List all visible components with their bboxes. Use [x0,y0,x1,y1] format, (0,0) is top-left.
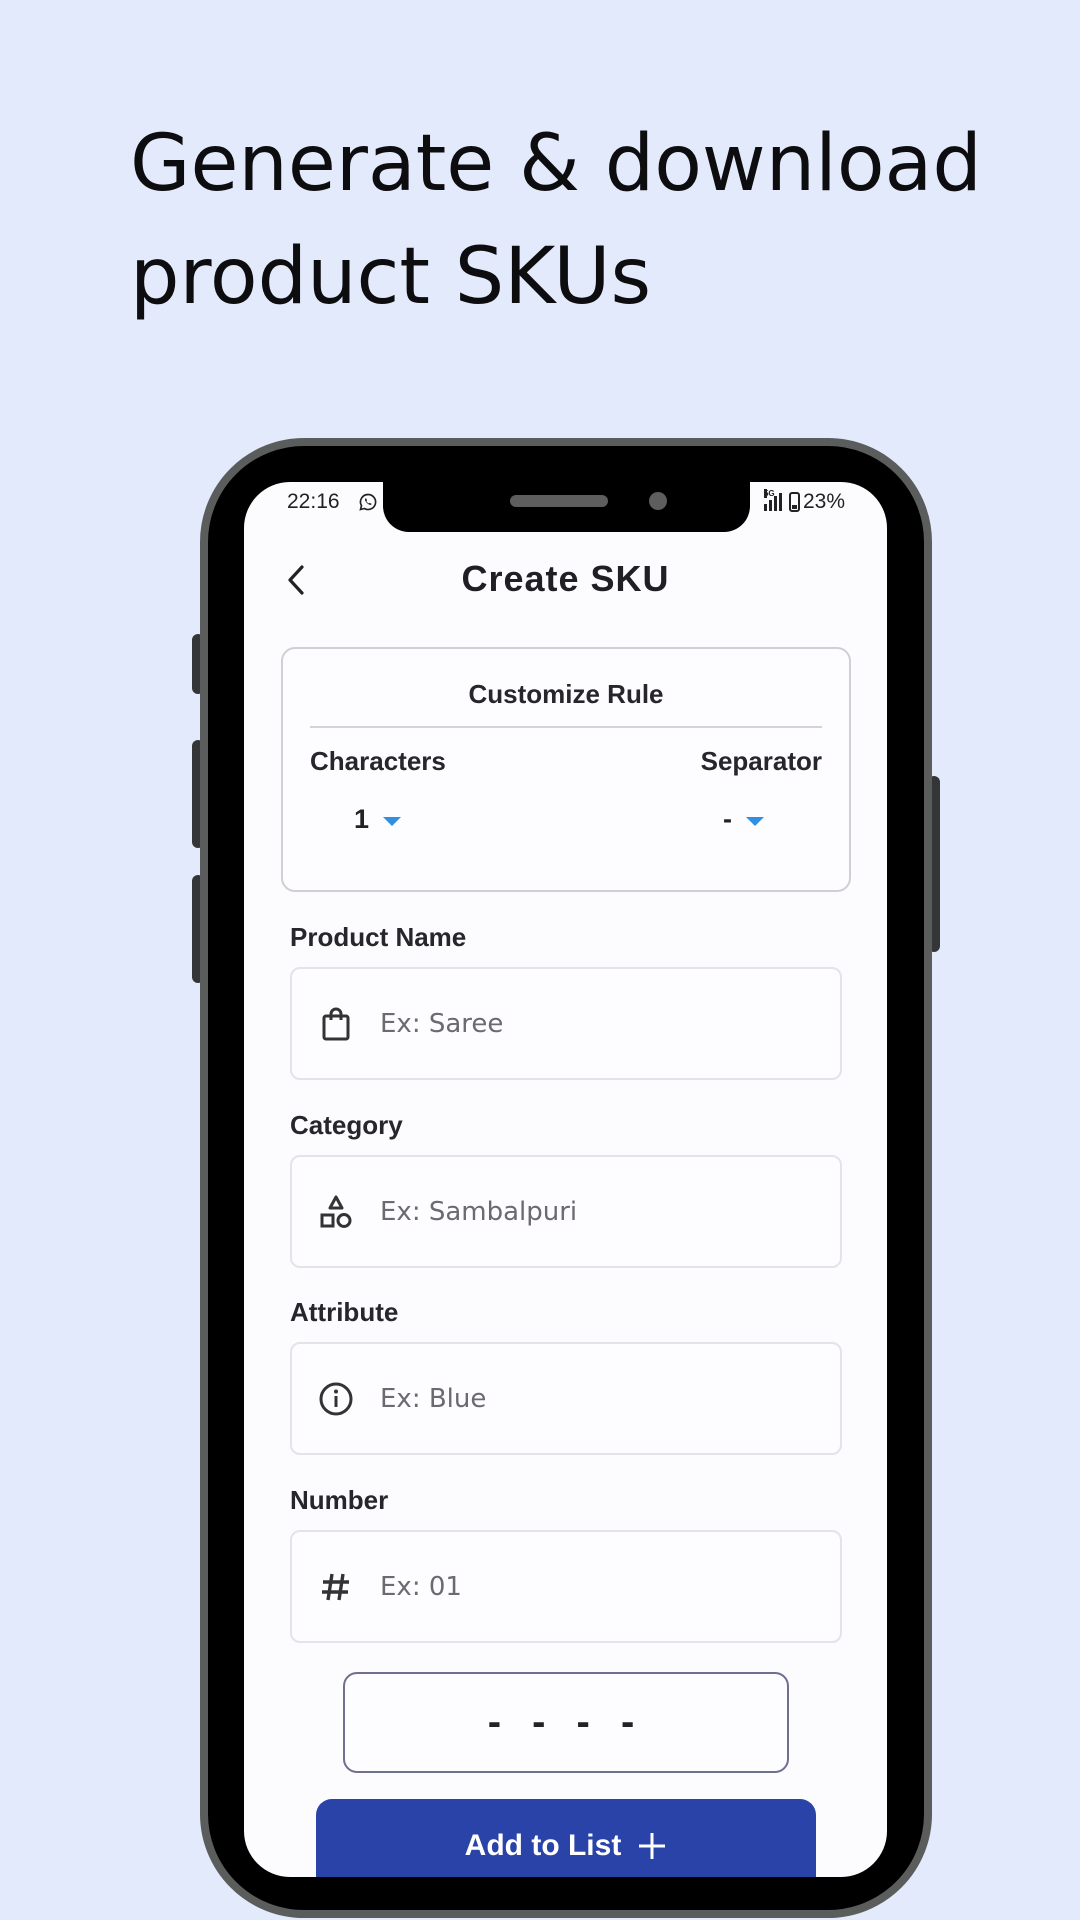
number-label: Number [290,1485,389,1515]
separator-dropdown[interactable]: - [723,804,764,835]
characters-dropdown[interactable]: 1 [354,804,402,835]
status-indicators: 5G 23% [763,489,845,514]
plus-icon [639,1833,666,1859]
earpiece-speaker [510,495,608,507]
category-input[interactable] [378,1195,822,1228]
number-field[interactable] [290,1530,842,1643]
hash-icon [316,1567,356,1607]
card-title: Customize Rule [468,679,664,709]
attribute-field[interactable] [290,1342,842,1455]
shopping-bag-icon [316,1004,356,1044]
battery-icon [788,492,800,512]
phone-screen: 22:16 5G 23% Create SKU Customize Rule C… [244,482,887,1877]
separator-label: Separator [700,746,822,776]
customize-rule-card: Customize Rule Characters Separator 1 - [281,647,851,892]
network-type: 5G [763,489,775,498]
battery-percent: 23% [802,490,845,513]
page-title: Create SKU [461,558,670,599]
headline-line-1: Generate & download [130,119,982,209]
characters-label: Characters [310,746,446,776]
characters-value: 1 [354,804,370,834]
number-input[interactable] [378,1570,822,1603]
category-field[interactable] [290,1155,842,1268]
attribute-label: Attribute [290,1297,399,1327]
promo-headline: Generate & download product SKUs [130,108,1030,334]
dropdown-arrow-icon [383,817,402,826]
sku-preview: - - - - [343,1672,789,1773]
front-camera [649,492,667,510]
product-name-input[interactable] [378,1007,822,1040]
category-label: Category [290,1110,403,1140]
shapes-icon [316,1192,356,1232]
product-name-label: Product Name [290,922,467,952]
camera-notch [383,482,750,532]
whatsapp-icon [359,493,377,511]
product-name-field[interactable] [290,967,842,1080]
dropdown-arrow-icon [746,817,764,826]
card-divider [310,726,822,728]
attribute-input[interactable] [378,1382,822,1415]
signal-icon: 5G [763,489,782,511]
info-icon [316,1379,356,1419]
status-time: 22:16 [287,490,340,513]
headline-line-2: product SKUs [130,232,652,322]
add-to-list-button[interactable]: Add to List [316,1799,816,1877]
add-to-list-label: Add to List [464,1829,622,1862]
separator-value: - [723,804,732,834]
